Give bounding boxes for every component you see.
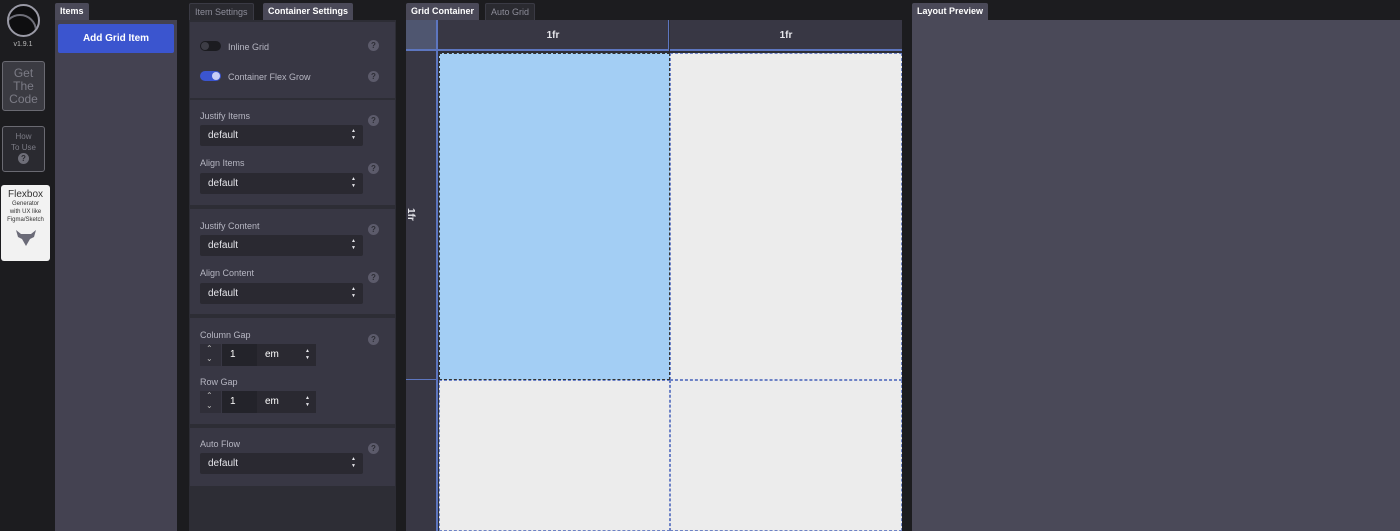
inline-grid-toggle[interactable] xyxy=(200,41,221,51)
flexbox-generator-link[interactable]: Flexbox Generator with UX like Figma/Ske… xyxy=(1,185,50,261)
help-icon[interactable]: ? xyxy=(368,334,379,345)
chevron-down-icon[interactable]: ⌄ xyxy=(206,354,213,363)
get-code-line-3: Code xyxy=(9,92,38,106)
row-gap-stepper[interactable]: ⌃ ⌄ xyxy=(200,391,221,413)
chevron-down-icon[interactable]: ⌄ xyxy=(206,401,213,410)
row-header[interactable] xyxy=(406,380,438,531)
how-to-line-2: To Use xyxy=(11,143,36,152)
flexbox-ad-line-2: with UX like xyxy=(9,209,42,215)
flags-section: Inline Grid ? Container Flex Grow ? xyxy=(190,22,395,98)
row-gap-unit-select[interactable]: em xyxy=(257,391,316,413)
items-alignment-section: Justify Items ? default Align Items ? de… xyxy=(190,100,395,205)
container-flex-grow-label: Container Flex Grow xyxy=(228,72,311,82)
items-panel: Add Grid Item xyxy=(55,20,177,531)
help-icon[interactable]: ? xyxy=(368,443,379,454)
get-the-code-button[interactable]: Get The Code xyxy=(2,61,45,111)
auto-flow-select[interactable]: default xyxy=(200,453,363,474)
auto-flow-label: Auto Flow xyxy=(200,439,241,449)
help-icon[interactable]: ? xyxy=(368,163,379,174)
flexbox-ad-line-3: Figma/Sketch xyxy=(7,217,44,223)
justify-content-label: Justify Content xyxy=(200,221,260,231)
tab-layout-preview[interactable]: Layout Preview xyxy=(912,3,989,20)
flexbox-ad-line-1: Generator xyxy=(11,201,39,207)
help-icon[interactable]: ? xyxy=(368,272,379,283)
layout-preview-panel xyxy=(912,20,1400,531)
align-content-select[interactable]: default xyxy=(200,283,363,304)
tab-container-settings[interactable]: Container Settings xyxy=(263,3,354,20)
add-grid-item-button[interactable]: Add Grid Item xyxy=(58,24,174,53)
container-flex-grow-toggle[interactable] xyxy=(200,71,221,81)
column-gap-stepper[interactable]: ⌃ ⌄ xyxy=(200,344,221,366)
tab-item-settings[interactable]: Item Settings xyxy=(189,3,254,20)
justify-items-label: Justify Items xyxy=(200,111,251,121)
align-items-label: Align Items xyxy=(200,158,245,168)
row-header[interactable]: 1fr xyxy=(405,51,438,380)
tab-auto-grid[interactable]: Auto Grid xyxy=(485,3,536,20)
row-header-label: 1fr xyxy=(405,208,416,221)
left-toolbar: v1.9.1 Get The Code How To Use ? Flexbox… xyxy=(0,0,50,531)
column-header[interactable]: 1fr xyxy=(438,20,669,51)
content-alignment-section: Justify Content ? default Align Content … xyxy=(190,209,395,314)
help-icon[interactable]: ? xyxy=(368,115,379,126)
grid-container-panel: 1fr 1fr 1fr xyxy=(405,20,902,531)
how-to-line-1: How xyxy=(15,132,32,141)
grid-cell[interactable] xyxy=(670,380,902,531)
column-header[interactable]: 1fr xyxy=(670,20,902,51)
align-content-label: Align Content xyxy=(200,268,255,278)
chevron-up-icon[interactable]: ⌃ xyxy=(206,344,213,353)
column-gap-label: Column Gap xyxy=(200,330,251,340)
align-items-select[interactable]: default xyxy=(200,173,363,194)
justify-items-select[interactable]: default xyxy=(200,125,363,146)
app-logo[interactable] xyxy=(7,4,40,37)
row-gap-input[interactable]: 1 xyxy=(222,391,257,413)
help-icon: ? xyxy=(18,153,29,164)
justify-content-select[interactable]: default xyxy=(200,235,363,256)
help-icon[interactable]: ? xyxy=(368,71,379,82)
column-gap-unit-select[interactable]: em xyxy=(257,344,316,366)
flexbox-ad-title: Flexbox xyxy=(7,189,43,200)
tab-grid-container[interactable]: Grid Container xyxy=(406,3,480,20)
grid-cell[interactable] xyxy=(439,380,670,531)
row-gap-label: Row Gap xyxy=(200,377,238,387)
gap-section: Column Gap ? ⌃ ⌄ 1 em Row Gap ⌃ ⌄ 1 em xyxy=(190,318,395,424)
grid-cell[interactable] xyxy=(670,53,902,380)
help-icon[interactable]: ? xyxy=(368,40,379,51)
auto-flow-section: Auto Flow ? default xyxy=(190,428,395,486)
bull-logo-icon xyxy=(15,230,36,246)
chevron-up-icon[interactable]: ⌃ xyxy=(206,391,213,400)
how-to-use-button[interactable]: How To Use ? xyxy=(2,126,45,172)
column-gap-input[interactable]: 1 xyxy=(222,344,257,366)
grid-corner xyxy=(406,20,438,51)
inline-grid-label: Inline Grid xyxy=(228,42,270,52)
version-label: v1.9.1 xyxy=(13,41,33,48)
container-settings-panel: Inline Grid ? Container Flex Grow ? Just… xyxy=(189,20,396,531)
help-icon[interactable]: ? xyxy=(368,224,379,235)
tab-items[interactable]: Items xyxy=(55,3,89,20)
grid-cell-selected[interactable] xyxy=(439,53,670,380)
